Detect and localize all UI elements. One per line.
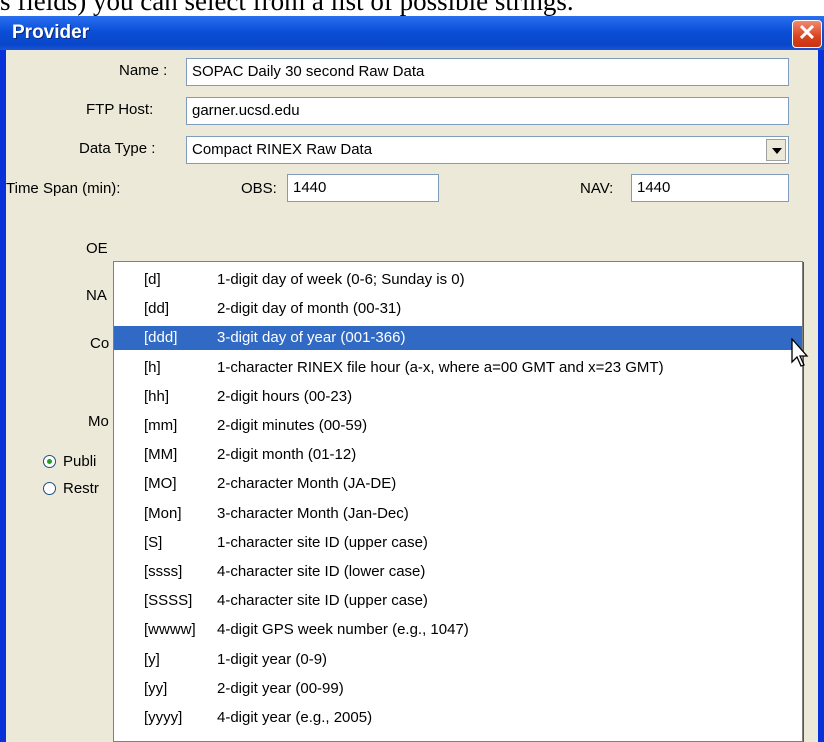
option-description: 1-character RINEX file hour (a-x, where …	[217, 358, 664, 376]
list-item[interactable]: [MO] 2-character Month (JA-DE)	[114, 472, 802, 496]
title-bar[interactable]: Provider ✕	[0, 16, 824, 50]
option-code: [Mon]	[144, 504, 182, 522]
list-item[interactable]: [y] 1-digit year (0-9)	[114, 648, 802, 672]
option-code: [ddd]	[144, 329, 178, 347]
mode-label-partial: Mo	[88, 413, 109, 430]
list-item[interactable]: [hh] 2-digit hours (00-23)	[114, 385, 802, 409]
option-description: 2-digit day of month (00-31)	[217, 300, 402, 318]
close-button[interactable]: ✕	[792, 20, 822, 48]
data-type-select[interactable]: Compact RINEX Raw Data	[186, 136, 789, 164]
list-item[interactable]: [d] 1-digit day of week (0-6; Sunday is 0…	[114, 268, 802, 292]
option-description: 4-character site ID (lower case)	[217, 563, 426, 580]
list-item[interactable]: [Mon] 3-character Month (Jan-Dec)	[114, 502, 802, 526]
option-description: 1-digit year (0-9)	[217, 650, 328, 668]
option-description: 1-character site ID (upper case)	[217, 533, 428, 551]
option-description: 4-digit GPS week number (e.g., 1047)	[217, 621, 469, 639]
list-item[interactable]: [yyyy] 4-digit year (e.g., 2005)	[114, 706, 802, 730]
option-code: [ssss]	[144, 563, 183, 580]
option-description: 4-digit year (e.g., 2005)	[217, 709, 373, 726]
option-code: [S]	[144, 533, 163, 551]
public-radio[interactable]	[43, 455, 56, 468]
data-type-label: Data Type :	[79, 140, 156, 157]
option-description: 3-character Month (Jan-Dec)	[217, 504, 409, 522]
option-code: [yy]	[144, 679, 168, 697]
data-type-value: Compact RINEX Raw Data	[192, 141, 373, 158]
list-item[interactable]: [S] 1-character site ID (upper case)	[114, 531, 802, 555]
option-description: 2-digit hours (00-23)	[217, 387, 353, 405]
restricted-radio-label: Restr	[63, 480, 99, 497]
ftp-host-label: FTP Host:	[86, 101, 154, 118]
public-radio-label: Publi	[63, 453, 97, 470]
list-item[interactable]: [wwww] 4-digit GPS week number (e.g., 104…	[114, 618, 802, 642]
option-description: 2-digit year (00-99)	[217, 679, 344, 697]
restricted-radio[interactable]	[43, 482, 56, 495]
window-title: Provider	[12, 22, 90, 43]
obs-field[interactable]: 1440	[287, 174, 439, 202]
list-item[interactable]: [ddd] 3-digit day of year (001-366)	[114, 326, 802, 351]
list-item[interactable]: [MM] 2-digit month (01-12)	[114, 443, 802, 467]
list-item[interactable]: [h] 1-character RINEX file hour (a-x, whe…	[114, 356, 802, 380]
option-code: [hh]	[144, 387, 170, 405]
nav-label: NAV:	[580, 180, 614, 197]
list-item[interactable]: [ssss] 4-character site ID (lower case)	[114, 560, 802, 584]
option-code: [wwww]	[144, 621, 196, 639]
time-span-label: Time Span (min):	[6, 180, 121, 197]
name-field[interactable]: SOPAC Daily 30 second Raw Data	[186, 58, 789, 86]
option-code: [SSSS]	[144, 592, 193, 610]
option-description: 4-character site ID (upper case)	[217, 592, 428, 610]
compression-label-partial: Co	[90, 335, 110, 352]
mouse-cursor-icon	[791, 338, 809, 367]
option-code: [y]	[144, 650, 160, 668]
name-label: Name :	[119, 62, 168, 79]
option-description: 2-digit minutes (00-59)	[217, 417, 368, 434]
option-description: 1-digit day of week (0-6; Sunday is 0)	[217, 271, 465, 288]
list-item[interactable]: [mm] 2-digit minutes (00-59)	[114, 414, 802, 438]
ftp-host-field[interactable]: garner.ucsd.edu	[186, 97, 789, 125]
option-code: [mm]	[144, 417, 178, 434]
nav-pattern-label-partial: NA	[86, 287, 107, 304]
option-description: 3-digit day of year (001-366)	[217, 329, 406, 347]
list-item[interactable]: [SSSS] 4-character site ID (upper case)	[114, 589, 802, 613]
obs-pattern-label-partial: OE	[86, 240, 108, 257]
option-code: [dd]	[144, 300, 170, 318]
nav-field[interactable]: 1440	[631, 174, 789, 202]
pattern-string-list[interactable]: [d] 1-digit day of week (0-6; Sunday is 0…	[113, 261, 803, 742]
document-caption: s fields) you can select from a list of …	[0, 0, 574, 16]
option-code: [d]	[144, 271, 161, 288]
close-icon: ✕	[797, 20, 817, 45]
option-description: 2-digit month (01-12)	[217, 446, 357, 464]
list-item[interactable]: [dd] 2-digit day of month (00-31)	[114, 297, 802, 321]
chevron-down-icon[interactable]	[766, 139, 786, 161]
option-code: [h]	[144, 358, 161, 376]
option-description: 2-character Month (JA-DE)	[217, 475, 397, 493]
option-code: [yyyy]	[144, 709, 183, 726]
obs-label: OBS:	[241, 180, 277, 197]
option-code: [MM]	[144, 446, 178, 464]
list-item[interactable]: [yy] 2-digit year (00-99)	[114, 677, 802, 701]
option-code: [MO]	[144, 475, 177, 493]
